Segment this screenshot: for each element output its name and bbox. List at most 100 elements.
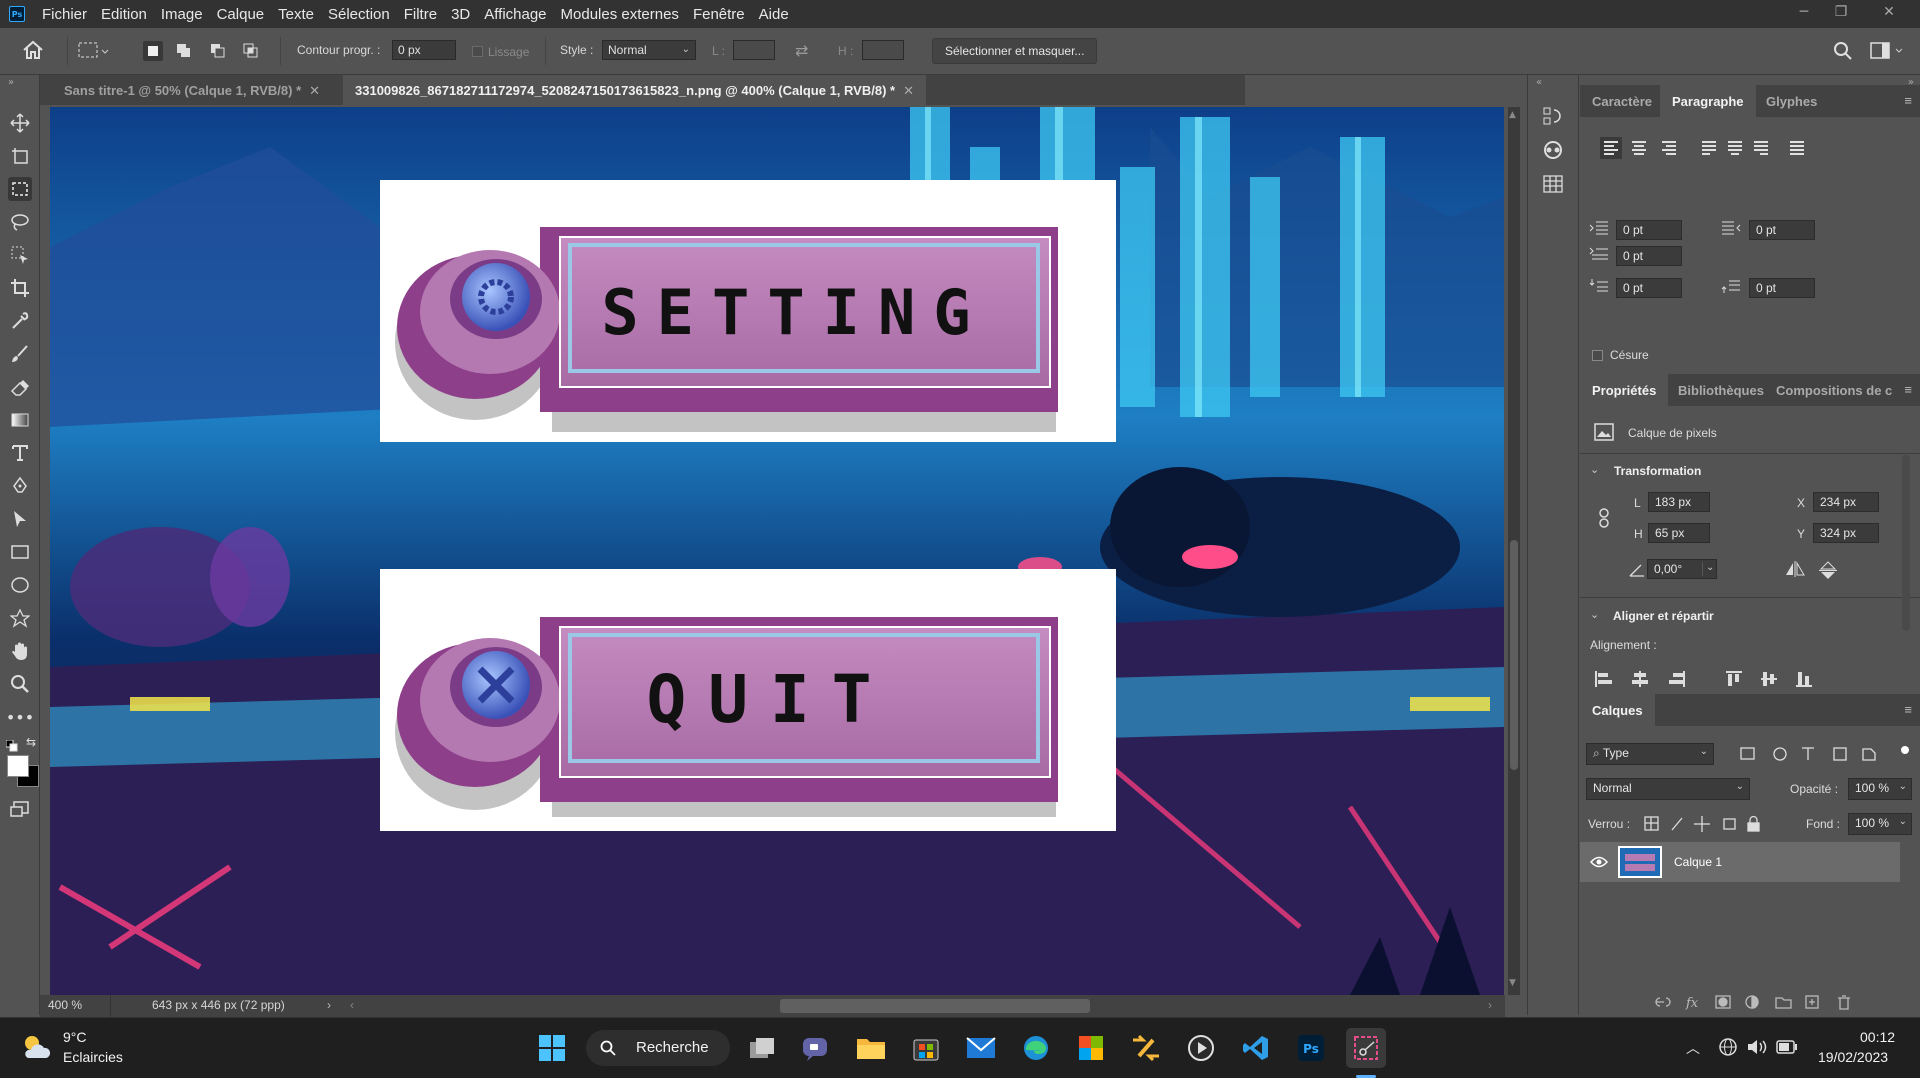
close-tab-icon[interactable]: ✕ (903, 83, 914, 98)
transform-chevron-icon[interactable]: ⌄ (1590, 463, 1599, 476)
eyedropper-tool-icon[interactable] (8, 309, 32, 333)
gradient-tool-icon[interactable] (8, 408, 32, 432)
fill-input[interactable]: 100 % ⌄ (1848, 813, 1912, 835)
foreground-color-swatch[interactable] (7, 755, 29, 777)
link-proportions-icon[interactable] (1598, 508, 1610, 532)
layer-name[interactable]: Calque 1 (1674, 855, 1722, 869)
tab-proprietes[interactable]: Propriétés (1580, 374, 1669, 406)
artboard-tool-icon[interactable] (8, 144, 32, 168)
intersect-selection-icon[interactable] (241, 41, 261, 65)
menu-edition[interactable]: Edition (94, 6, 154, 23)
marquee-tool-preset-icon[interactable] (78, 42, 110, 64)
space-before-input[interactable]: 0 pt (1616, 278, 1682, 298)
ellipse-tool-icon[interactable] (8, 573, 32, 597)
tab-bibliotheques[interactable]: Bibliothèques (1666, 374, 1776, 406)
scroll-right-icon[interactable]: › (1488, 998, 1492, 1012)
edge-browser-icon[interactable] (1016, 1028, 1056, 1068)
menu-calque[interactable]: Calque (210, 6, 272, 23)
teams-chat-icon[interactable] (796, 1028, 836, 1068)
chevron-up-icon[interactable]: ︿ (1686, 1038, 1700, 1058)
home-icon[interactable] (22, 40, 44, 64)
snipping-tool-icon[interactable] (1346, 1028, 1386, 1068)
width-input[interactable] (733, 40, 775, 60)
style-select[interactable]: Normal ⌄ (602, 40, 696, 60)
menu-3d[interactable]: 3D (444, 6, 477, 23)
flip-vertical-icon[interactable] (1818, 560, 1838, 584)
battery-icon[interactable] (1776, 1039, 1798, 1059)
blend-mode-select[interactable]: Normal ⌄ (1586, 778, 1750, 800)
swap-icon[interactable]: ⇄ (795, 41, 808, 60)
mail-icon[interactable] (961, 1028, 1001, 1068)
panel-menu-icon[interactable]: ≡ (1904, 93, 1912, 108)
tab-paragraphe[interactable]: Paragraphe (1660, 85, 1756, 117)
properties-scrollbar[interactable] (1902, 455, 1910, 631)
tab-active-document[interactable]: 331009826_867182711172974_52082471501736… (343, 75, 926, 105)
scroll-up-icon[interactable]: ▲ (1509, 110, 1516, 120)
layer-filter-select[interactable]: ⌕ Type ⌄ (1586, 743, 1714, 765)
tab-glyphes[interactable]: Glyphes (1754, 85, 1829, 117)
restore-icon[interactable]: ❐ (1830, 4, 1852, 22)
indent-right-input[interactable]: 0 pt (1749, 220, 1815, 240)
scroll-left-icon[interactable]: ‹ (350, 998, 354, 1012)
eye-visibility-icon[interactable] (1589, 854, 1609, 873)
menu-fichier[interactable]: Fichier (35, 6, 94, 23)
minimize-icon[interactable]: ─ (1793, 4, 1815, 22)
tab-sans-titre[interactable]: Sans titre-1 @ 50% (Calque 1, RVB/8) * ✕ (52, 75, 333, 105)
adjustments-icon[interactable] (1542, 139, 1564, 165)
document-canvas[interactable]: SETTING QUIT (50, 107, 1504, 995)
vertical-scroll-thumb[interactable] (1510, 540, 1518, 770)
rectangular-marquee-tool-icon[interactable] (8, 177, 32, 201)
height-input[interactable] (862, 40, 904, 60)
menu-selection[interactable]: Sélection (321, 6, 397, 23)
clock-date[interactable]: 19/02/2023 (1818, 1049, 1888, 1065)
swatches-grid-icon[interactable] (1542, 173, 1564, 199)
y-input[interactable]: 324 px (1813, 523, 1879, 543)
brush-tool-icon[interactable] (8, 342, 32, 366)
zoom-tool-icon[interactable] (8, 672, 32, 696)
delete-layer-icon[interactable] (1834, 993, 1852, 1011)
crop-tool-icon[interactable] (8, 276, 32, 300)
vscode-icon[interactable] (1236, 1028, 1276, 1068)
lock-all-icon[interactable] (1748, 815, 1764, 833)
tab-calques[interactable]: Calques (1580, 694, 1655, 726)
pen-tool-icon[interactable] (8, 474, 32, 498)
tab-compositions[interactable]: Compositions de c (1764, 374, 1904, 406)
horizontal-scroll-thumb[interactable] (780, 999, 1090, 1013)
hand-tool-icon[interactable] (8, 639, 32, 663)
path-selection-tool-icon[interactable] (8, 507, 32, 531)
photoshop-taskbar-icon[interactable]: Ps (1291, 1028, 1331, 1068)
screen-mode-icon[interactable] (8, 798, 32, 822)
close-window-icon[interactable]: ✕ (1878, 4, 1900, 22)
swap-colors-icon[interactable]: ⇆ (26, 735, 36, 749)
type-tool-icon[interactable] (8, 441, 32, 465)
align-section-title[interactable]: Aligner et répartir (1613, 609, 1714, 623)
windows-start-icon[interactable] (532, 1028, 572, 1068)
opacity-input[interactable]: 100 % ⌄ (1848, 778, 1912, 800)
weather-icon[interactable] (20, 1032, 52, 1066)
menu-aide[interactable]: Aide (752, 6, 796, 23)
tab-caractere[interactable]: Caractère (1580, 85, 1664, 117)
status-menu-arrow-icon[interactable]: › (327, 998, 331, 1012)
workspace-icon[interactable] (1870, 41, 1906, 65)
lasso-tool-icon[interactable] (8, 210, 32, 234)
menu-filtre[interactable]: Filtre (397, 6, 444, 23)
more-tools-icon[interactable]: ••• (6, 705, 34, 729)
add-selection-icon[interactable] (174, 41, 194, 65)
volume-icon[interactable] (1746, 1037, 1768, 1061)
transform-section-title[interactable]: Transformation (1614, 464, 1701, 478)
menu-image[interactable]: Image (154, 6, 210, 23)
clock-time[interactable]: 00:12 (1860, 1029, 1895, 1045)
collapse-strip-icon[interactable]: « (1536, 77, 1542, 88)
subtract-selection-icon[interactable] (208, 41, 228, 65)
panel-menu-icon[interactable]: ≡ (1904, 702, 1912, 717)
default-colors-icon[interactable] (5, 737, 18, 756)
close-tab-icon[interactable]: ✕ (309, 83, 320, 98)
collapse-toolbar-icon[interactable]: » (8, 77, 14, 88)
taskbar-search[interactable]: Recherche (586, 1030, 730, 1066)
menu-affichage[interactable]: Affichage (477, 6, 553, 23)
rectangle-tool-icon[interactable] (8, 540, 32, 564)
colorful-app-icon[interactable] (1071, 1028, 1111, 1068)
language-globe-icon[interactable] (1718, 1037, 1738, 1061)
menu-fenetre[interactable]: Fenêtre (686, 6, 752, 23)
anti-alias-checkbox[interactable] (472, 46, 483, 57)
